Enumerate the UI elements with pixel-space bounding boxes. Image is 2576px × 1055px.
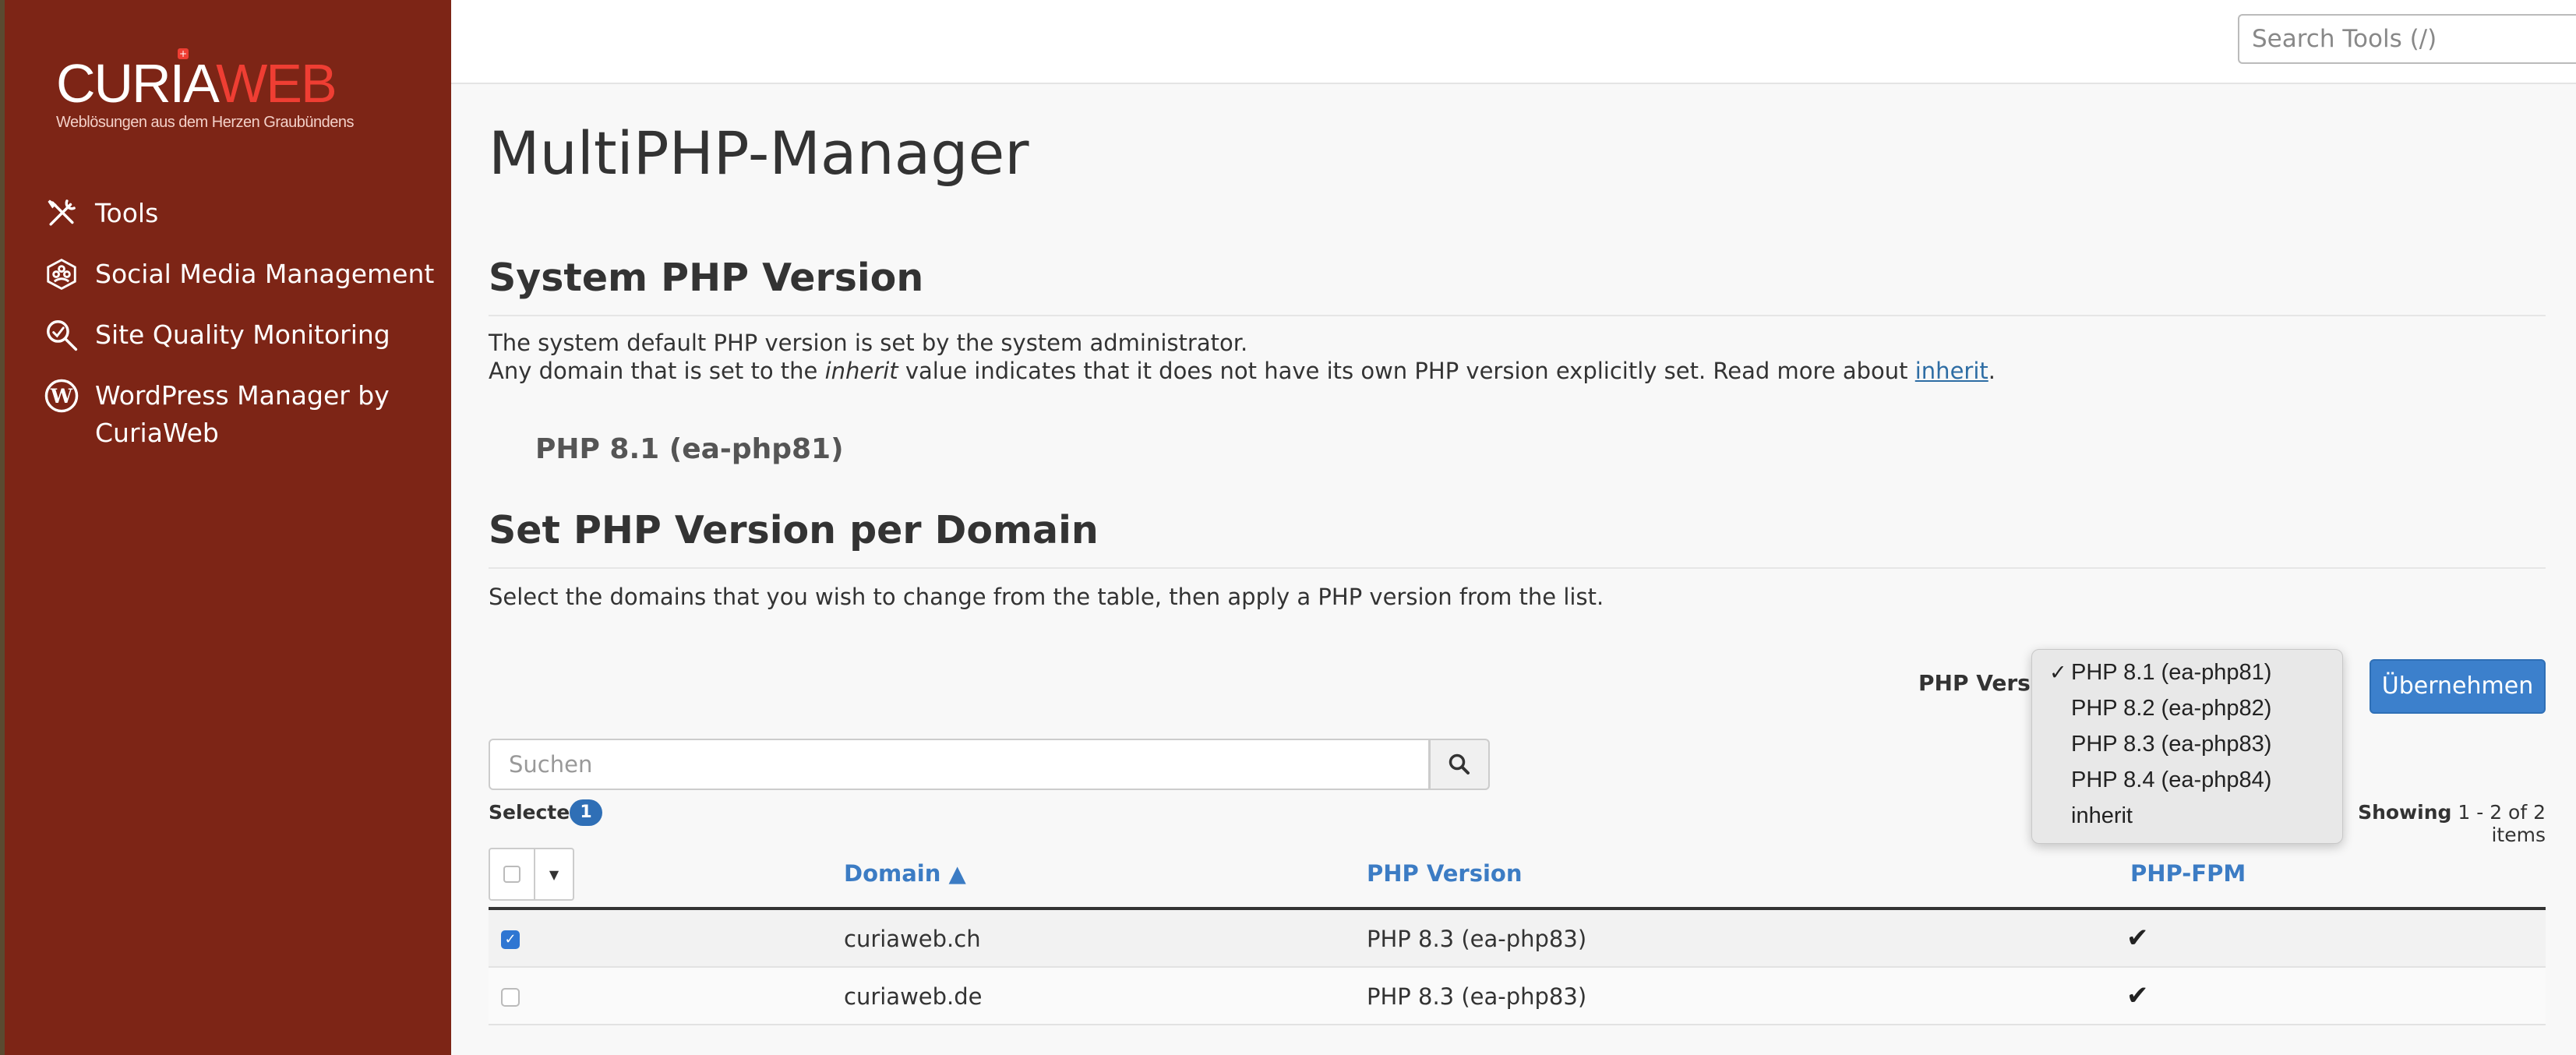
text-fragment: value indicates that it does not have it… xyxy=(898,358,1915,384)
sidebar-item-tools[interactable]: Tools xyxy=(44,195,449,232)
dropdown-option-php84[interactable]: PHP 8.4 (ea-php84) xyxy=(2032,762,2342,798)
system-php-title: System PHP Version xyxy=(489,256,924,300)
option-label: PHP 8.1 (ea-php81) xyxy=(2071,660,2272,685)
dropdown-option-php82[interactable]: PHP 8.2 (ea-php82) xyxy=(2032,690,2342,726)
table-header: ▼ Domain ▲ PHP Version PHP-FPM xyxy=(489,842,2546,910)
divider xyxy=(489,315,2546,316)
page-title: MultiPHP-Manager xyxy=(489,118,1029,188)
magnifier-icon xyxy=(44,316,84,354)
php-version-dropdown[interactable]: ✓ PHP 8.1 (ea-php81) PHP 8.2 (ea-php82) P… xyxy=(2031,649,2343,844)
logo-part1: CURIA xyxy=(56,53,217,114)
sidebar-item-label: WordPress Manager by CuriaWeb xyxy=(95,380,390,448)
sidebar-nav: Tools Social Media Management Site Quali… xyxy=(44,195,449,475)
domain-description: Select the domains that you wish to chan… xyxy=(489,584,1604,610)
dropdown-option-php83[interactable]: PHP 8.3 (ea-php83) xyxy=(2032,726,2342,762)
sidebar: + CURIAWEB Weblösungen aus dem Herzen Gr… xyxy=(5,0,451,1055)
brand-logo[interactable]: + CURIAWEB Weblösungen aus dem Herzen Gr… xyxy=(56,48,355,132)
logo-part2: WEB xyxy=(216,53,337,114)
option-label: PHP 8.3 (ea-php83) xyxy=(2071,732,2272,757)
table-row[interactable]: ✓ curiaweb.ch PHP 8.3 (ea-php83) ✔ xyxy=(489,910,2546,968)
search-button[interactable] xyxy=(1429,739,1490,790)
row-checkbox[interactable] xyxy=(501,988,520,1007)
search-icon xyxy=(1449,753,1470,774)
dropdown-option-inherit[interactable]: inherit xyxy=(2032,798,2342,834)
sidebar-item-label: Social Media Management xyxy=(95,259,435,289)
showing-prefix: Showing xyxy=(2358,801,2452,824)
cell-domain: curiaweb.ch xyxy=(844,926,981,952)
checkmark-icon: ✔ xyxy=(2126,923,2149,954)
selected-count-badge: 1 xyxy=(570,799,602,826)
inherit-emphasis: inherit xyxy=(824,358,898,384)
swiss-cross-icon: + xyxy=(178,48,189,59)
wordpress-icon: W xyxy=(44,377,84,415)
column-header-domain[interactable]: Domain ▲ xyxy=(844,860,966,887)
caret-down-icon[interactable]: ▼ xyxy=(535,849,573,899)
social-media-icon xyxy=(44,256,84,293)
sidebar-item-label: Tools xyxy=(95,198,159,228)
tools-icon xyxy=(44,195,84,232)
select-all-checkbox[interactable] xyxy=(503,866,520,883)
column-header-php-version[interactable]: PHP Version xyxy=(1367,860,1522,887)
logo-wordmark: CURIAWEB xyxy=(56,56,354,111)
cell-php-version: PHP 8.3 (ea-php83) xyxy=(1367,983,1587,1010)
text-fragment: . xyxy=(1988,358,1996,384)
cell-php-version: PHP 8.3 (ea-php83) xyxy=(1367,926,1587,952)
bulk-select[interactable]: ▼ xyxy=(489,848,574,901)
system-php-version: PHP 8.1 (ea-php81) xyxy=(535,433,844,465)
select-all-checkbox-wrap[interactable] xyxy=(490,849,535,899)
domain-php-title: Set PHP Version per Domain xyxy=(489,508,1099,552)
showing-range: 1 - 2 of 2 items xyxy=(2458,801,2546,846)
system-description-1: The system default PHP version is set by… xyxy=(489,330,1248,356)
option-label: inherit xyxy=(2071,803,2133,828)
option-label: PHP 8.4 (ea-php84) xyxy=(2071,767,2272,792)
system-description-2: Any domain that is set to the inherit va… xyxy=(489,357,1996,385)
inherit-link[interactable]: inherit xyxy=(1915,358,1988,384)
sidebar-item-social-media[interactable]: Social Media Management xyxy=(44,256,449,293)
table-row[interactable]: curiaweb.de PHP 8.3 (ea-php83) ✔ xyxy=(489,968,2546,1025)
option-label: PHP 8.2 (ea-php82) xyxy=(2071,696,2272,721)
svg-text:W: W xyxy=(50,384,73,408)
sidebar-item-site-quality[interactable]: Site Quality Monitoring xyxy=(44,316,449,354)
row-checkbox-checked[interactable]: ✓ xyxy=(501,930,520,949)
dropdown-option-php81[interactable]: ✓ PHP 8.1 (ea-php81) xyxy=(2032,655,2342,690)
logo-tagline: Weblösungen aus dem Herzen Graubündens xyxy=(56,114,355,131)
checkmark-icon: ✔ xyxy=(2126,980,2149,1011)
sidebar-item-wordpress[interactable]: W WordPress Manager by CuriaWeb xyxy=(44,377,449,452)
divider xyxy=(489,567,2546,569)
domain-search-input[interactable]: Suchen xyxy=(489,739,1430,790)
apply-button[interactable]: Übernehmen xyxy=(2370,659,2546,714)
pagination-summary: Showing 1 - 2 of 2 items xyxy=(2339,801,2546,846)
sidebar-item-label: Site Quality Monitoring xyxy=(95,319,390,350)
text-fragment: Any domain that is set to the xyxy=(489,358,825,384)
column-header-php-fpm[interactable]: PHP-FPM xyxy=(2130,860,2246,887)
checkmark-icon: ✓ xyxy=(2049,661,2067,684)
cell-domain: curiaweb.de xyxy=(844,983,983,1010)
tool-search-input[interactable]: Search Tools (/) xyxy=(2238,14,2576,64)
